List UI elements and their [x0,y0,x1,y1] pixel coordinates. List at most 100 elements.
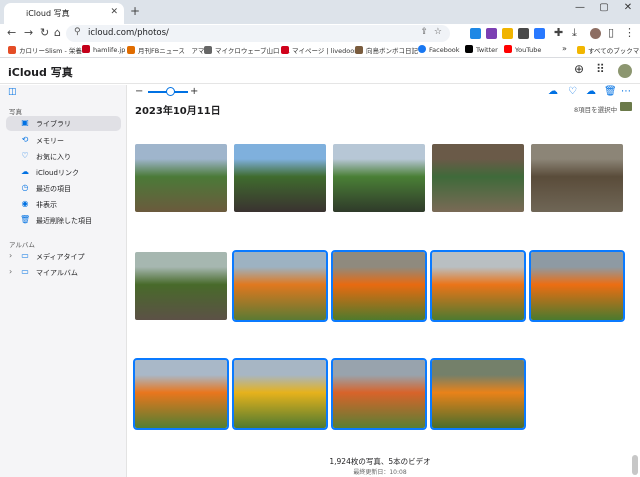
bookmark-item[interactable]: マイクロウェーブ山口 -... [204,45,290,55]
photo-thumbnail[interactable] [331,250,427,322]
address-url: icloud.com/photos/ [88,28,169,38]
sidebar-item-my-albums[interactable]: › ▭ マイアルバム [6,265,121,280]
sidebar-item-library[interactable]: ▣ ライブラリ [6,116,121,131]
bookmark-favicon-icon [8,46,16,54]
chevron-right-icon[interactable]: › [9,251,12,260]
sidebar-item-label: ライブラリ [36,120,71,128]
bookmark-item[interactable]: カロリーSlism - 栄養... [8,45,88,55]
bookmark-item[interactable]: YouTube [504,45,541,54]
trash-icon: 🗑 [20,215,31,224]
site-info-icon[interactable]: ⚲ [74,27,81,37]
photo-thumbnail[interactable] [232,250,328,322]
bookmark-favicon-icon [355,46,363,54]
photo-thumbnail[interactable] [333,144,425,212]
bookmark-favicon-icon [127,46,135,54]
sidebar-item-media-types[interactable]: › ▭ メディアタイプ [6,249,121,264]
extension-2-icon[interactable] [486,28,497,39]
delete-icon[interactable]: 🗑 [604,86,617,97]
photos-section-label: 写真 [9,108,22,116]
sidebar-item-label: 非表示 [36,201,57,209]
sidebar-item-recents[interactable]: ◷ 最近の項目 [6,181,121,196]
favorite-heart-icon[interactable]: ♡ [568,86,577,97]
photo-thumbnail[interactable] [234,144,326,212]
extensions-puzzle-icon[interactable]: ✚ [554,26,563,39]
minimize-button[interactable]: — [570,2,590,13]
sidebar-item-recently-deleted[interactable]: 🗑 最近削除した項目 [6,213,121,228]
extension-1-icon[interactable] [470,28,481,39]
app-header: iCloud 写真 ⊕ ⠿ [0,58,640,84]
browser-tab-strip: iCloud 写真 ✕ + — ▢ ✕ [0,0,640,24]
zoom-in-button[interactable]: + [190,86,198,97]
photo-thumbnail[interactable] [331,358,427,430]
profile-avatar-icon[interactable] [590,28,601,39]
new-tab-button[interactable]: + [130,4,140,18]
media-types-icon: ▭ [21,251,29,260]
forward-icon[interactable]: → [24,26,33,39]
back-icon[interactable]: ← [7,26,16,39]
extension-3-icon[interactable] [502,28,513,39]
sidebar-item-label: 最近の項目 [36,185,71,193]
all-bookmarks-folder[interactable]: すべてのブックマーク [577,45,640,55]
add-icon[interactable]: ⊕ [574,62,584,76]
sidebar-item-icloud-links[interactable]: ☁ iCloudリンク [6,165,121,180]
twitter-icon [465,45,473,53]
library-icon: ▣ [21,118,29,127]
bookmark-item[interactable]: Twitter [465,45,498,54]
zoom-slider-knob[interactable] [166,87,175,96]
sidebar-item-favorites[interactable]: ♡ お気に入り [6,149,121,164]
scrollbar[interactable] [632,455,638,475]
photo-thumbnail[interactable] [430,250,526,322]
reload-icon[interactable]: ↻ [40,26,49,39]
eye-icon: ◉ [21,199,29,208]
photo-thumbnail[interactable] [430,358,526,430]
tab-close-icon[interactable]: ✕ [110,7,118,17]
bookmark-star-icon[interactable]: ☆ [434,27,442,37]
more-options-icon[interactable]: ⋯ [621,86,631,97]
app-grid-icon[interactable]: ⠿ [596,62,605,76]
bookmark-favicon-icon [82,45,90,53]
browser-tab[interactable]: iCloud 写真 ✕ [4,3,124,24]
sidebar-toggle-icon[interactable]: ◫ [8,87,17,97]
download-cloud-icon[interactable]: ☁ [586,86,596,97]
upload-icon[interactable]: ☁ [548,86,558,97]
bookmark-item[interactable]: マイページ | livedoor... [281,45,363,55]
zoom-out-button[interactable]: − [135,86,143,97]
app-logo[interactable]: iCloud 写真 [8,64,73,80]
user-avatar[interactable] [618,64,632,78]
sidebar-item-memories[interactable]: ⟲ メモリー [6,133,121,148]
window-close-button[interactable]: ✕ [618,2,638,13]
download-icon[interactable]: ⤓ [572,26,577,40]
photo-thumbnail[interactable] [135,144,227,212]
extension-5-icon[interactable] [534,28,545,39]
youtube-icon [504,45,512,53]
selection-count: 8項目を選択中 [574,106,618,114]
browser-menu-icon[interactable]: ⋮ [624,26,635,39]
maximize-button[interactable]: ▢ [594,2,614,13]
bookmark-item[interactable]: Facebook [418,45,460,54]
photo-thumbnail[interactable] [133,358,229,430]
photo-thumbnail[interactable] [531,144,623,212]
bookmark-favicon-icon [281,46,289,54]
bookmarks-more-button[interactable]: » [562,44,567,53]
bookmark-item[interactable]: hamlife.jp [82,45,125,54]
chevron-right-icon[interactable]: › [9,267,12,276]
sidebar-item-label: お気に入り [36,153,71,161]
bookmark-item[interactable]: 向島ボンボコ日記 [355,45,418,55]
bookmark-item[interactable]: 月刊FBニュース アマ... [127,45,211,55]
photo-thumbnail[interactable] [432,144,524,212]
photo-thumbnail[interactable] [232,358,328,430]
address-bar[interactable]: ⚲ icloud.com/photos/ ⇪ ☆ [66,25,450,42]
photo-thumbnail[interactable] [135,252,227,320]
extension-4-icon[interactable] [518,28,529,39]
share-icon[interactable]: ⇪ [420,27,428,37]
folder-icon [577,46,585,54]
sidebar-item-hidden[interactable]: ◉ 非表示 [6,197,121,212]
sidebar-item-label: マイアルバム [36,269,78,277]
sidebar-item-label: メモリー [36,137,64,145]
sidebar-item-label: iCloudリンク [36,169,79,177]
cloud-link-icon: ☁ [21,167,29,176]
sidebar: ◫ 写真 ▣ ライブラリ ⟲ メモリー ♡ お気に入り ☁ iCloudリンク … [0,85,127,477]
home-icon[interactable]: ⌂ [54,26,61,39]
photo-thumbnail[interactable] [529,250,625,322]
side-panel-icon[interactable]: ▯ [608,26,614,39]
